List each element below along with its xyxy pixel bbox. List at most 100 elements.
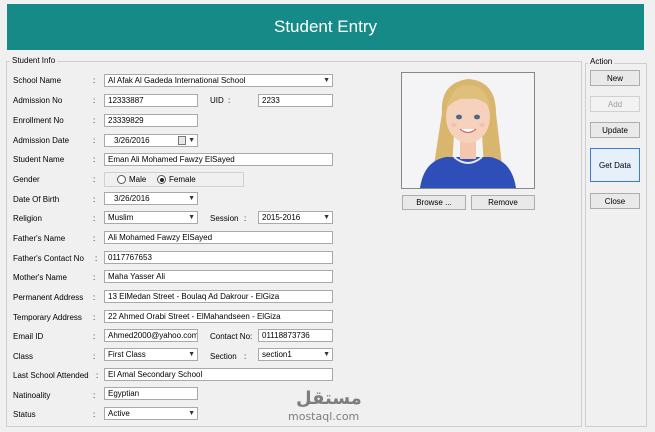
session-combo[interactable]: 2015-2016 ▼ <box>258 211 333 224</box>
religion-combo[interactable]: Muslim ▼ <box>104 211 198 224</box>
status-combo[interactable]: Active ▼ <box>104 407 198 420</box>
fathers-contact-colon: : <box>95 254 98 263</box>
status-label: Status <box>13 410 36 419</box>
nationality-label: Natinoality <box>13 391 51 400</box>
school-name-combo[interactable]: Al Afak Al Gadeda International School ▼ <box>104 74 333 87</box>
religion-colon: : <box>93 214 96 223</box>
student-name-label: Student Name <box>13 155 65 164</box>
nationality-field[interactable]: Egyptian <box>104 387 198 400</box>
enrollment-no-field[interactable]: 23339829 <box>104 114 198 127</box>
student-portrait-image <box>402 73 534 188</box>
enrollment-no-label: Enrollment No <box>13 116 64 125</box>
update-button[interactable]: Update <box>590 122 640 138</box>
religion-label: Religion <box>13 214 42 223</box>
new-button[interactable]: New <box>590 70 640 86</box>
action-group <box>585 63 647 427</box>
status-value: Active <box>108 409 130 418</box>
student-info-group-label: Student Info <box>10 56 58 65</box>
section-combo[interactable]: section1 ▼ <box>258 348 333 361</box>
mothers-name-colon: : <box>93 273 96 282</box>
class-value: First Class <box>108 350 146 359</box>
school-name-colon: : <box>93 76 96 85</box>
last-school-colon: : <box>96 371 99 380</box>
admission-no-label: Admission No <box>13 96 63 105</box>
mothers-name-label: Mother's Name <box>13 273 67 282</box>
date-of-birth-picker[interactable]: 3/26/2016 ▼ <box>104 192 198 205</box>
student-name-colon: : <box>93 155 96 164</box>
permanent-address-field[interactable]: 13 ElMedan Street - Boulaq Ad Dakrour - … <box>104 290 333 303</box>
session-value: 2015-2016 <box>262 213 301 222</box>
chevron-down-icon: ▼ <box>323 214 330 221</box>
contact-no-field[interactable]: 01118873736 <box>258 329 333 342</box>
browse-photo-button[interactable]: Browse ... <box>402 195 466 210</box>
fathers-contact-field[interactable]: 0117767653 <box>104 251 333 264</box>
contact-no-colon: : <box>250 332 253 341</box>
uid-colon: : <box>228 96 231 105</box>
uid-label: UID <box>210 96 224 105</box>
fathers-contact-label: Father's Contact No <box>13 254 84 263</box>
gender-male-label[interactable]: Male <box>129 175 146 184</box>
admission-date-picker[interactable]: 3/26/2016 ▼ <box>104 134 198 147</box>
status-colon: : <box>93 410 96 419</box>
student-name-field[interactable]: Eman Ali Mohamed Fawzy ElSayed <box>104 153 333 166</box>
gender-label: Gender <box>13 175 40 184</box>
section-label: Section <box>210 352 237 361</box>
last-school-field[interactable]: El Amal Secondary School <box>104 368 333 381</box>
admission-date-value: 3/26/2016 <box>114 136 150 145</box>
uid-field[interactable]: 2233 <box>258 94 333 107</box>
contact-no-label: Contact No <box>210 332 251 341</box>
chevron-down-icon[interactable]: ▼ <box>188 193 195 204</box>
student-photo <box>401 72 535 189</box>
window-title-bar: Student Entry <box>7 4 644 50</box>
gender-female-radio[interactable] <box>157 175 166 184</box>
temporary-address-colon: : <box>93 313 96 322</box>
religion-value: Muslim <box>108 213 134 222</box>
mothers-name-field[interactable]: Maha Yasser Ali <box>104 270 333 283</box>
get-data-button[interactable]: Get Data <box>590 148 640 182</box>
temporary-address-field[interactable]: 22 Ahmed Orabi Street - ElMahandseen - E… <box>104 310 333 323</box>
school-name-label: School Name <box>13 76 62 85</box>
permanent-address-colon: : <box>93 293 96 302</box>
class-combo[interactable]: First Class ▼ <box>104 348 198 361</box>
nationality-colon: : <box>93 391 96 400</box>
email-field[interactable]: Ahmed2000@yahoo.com <box>104 329 198 342</box>
watermark-latin-text: mostaql.com <box>288 410 360 423</box>
chevron-down-icon: ▼ <box>188 351 195 358</box>
watermark-arabic-text: مستقل <box>296 388 362 409</box>
section-value: section1 <box>262 350 292 359</box>
remove-photo-button[interactable]: Remove <box>471 195 535 210</box>
date-of-birth-colon: : <box>93 195 96 204</box>
gender-male-radio[interactable] <box>117 175 126 184</box>
chevron-down-icon: ▼ <box>188 214 195 221</box>
add-button[interactable]: Add <box>590 96 640 112</box>
gender-radio-group: Male Female <box>104 172 244 187</box>
mostaql-watermark: مستقل mostaql.com <box>286 388 370 424</box>
temporary-address-label: Temporary Address <box>13 313 82 322</box>
fathers-name-label: Father's Name <box>13 234 66 243</box>
chevron-down-icon: ▼ <box>323 351 330 358</box>
calendar-icon[interactable] <box>178 136 186 145</box>
date-of-birth-value: 3/26/2016 <box>114 194 150 203</box>
last-school-label: Last School Attended <box>13 371 89 380</box>
school-name-value: Al Afak Al Gadeda International School <box>108 76 246 85</box>
admission-no-colon: : <box>93 96 96 105</box>
fathers-name-colon: : <box>93 234 96 243</box>
email-label: Email ID <box>13 332 44 341</box>
close-button[interactable]: Close <box>590 193 640 209</box>
admission-date-colon: : <box>93 136 96 145</box>
admission-date-label: Admission Date <box>13 136 70 145</box>
chevron-down-icon[interactable]: ▼ <box>188 135 195 146</box>
email-colon: : <box>93 332 96 341</box>
session-colon: : <box>244 214 247 223</box>
class-colon: : <box>93 352 96 361</box>
permanent-address-label: Permanent Address <box>13 293 84 302</box>
class-label: Class <box>13 352 34 361</box>
section-colon: : <box>244 352 247 361</box>
gender-colon: : <box>93 175 96 184</box>
fathers-name-field[interactable]: Ali Mohamed Fawzy ElSayed <box>104 231 333 244</box>
admission-no-field[interactable]: 12333887 <box>104 94 198 107</box>
chevron-down-icon: ▼ <box>323 77 330 84</box>
window-title: Student Entry <box>273 17 377 36</box>
gender-female-label[interactable]: Female <box>169 175 196 184</box>
chevron-down-icon: ▼ <box>188 410 195 417</box>
